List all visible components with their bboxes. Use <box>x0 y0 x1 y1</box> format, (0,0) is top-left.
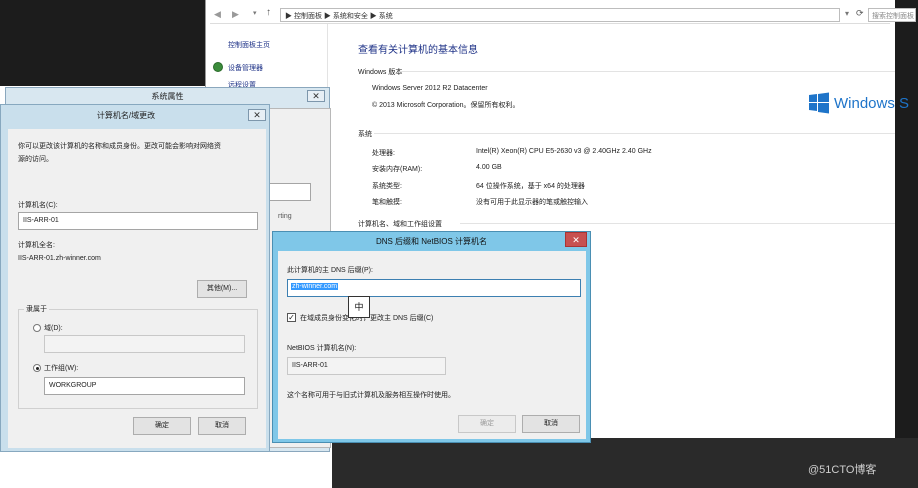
domain-input[interactable] <box>44 335 245 353</box>
workgroup-radio-label: 工作组(W): <box>44 365 79 372</box>
netbios-label: NetBIOS 计算机名(N): <box>287 345 357 352</box>
up-arrow-icon[interactable]: ↑ <box>266 7 271 18</box>
windows-logo-text: Windows S <box>834 94 910 112</box>
computer-name-label: 计算机名(C): <box>18 202 58 209</box>
spec-label: 笔和触摸: <box>372 199 402 206</box>
ok-button[interactable]: 确定 <box>133 417 191 435</box>
partial-text: rting <box>278 213 292 220</box>
shield-icon <box>213 62 223 72</box>
dialog-title: 系统属性 <box>151 92 184 101</box>
dns-suffix-input[interactable]: zh-winner.com <box>287 279 581 297</box>
edition-name: Windows Server 2012 R2 Datacenter <box>372 85 488 92</box>
other-button[interactable]: 其他(M)... <box>197 280 247 298</box>
computer-name-dialog: 计算机名/域更改 ✕ 你可以更改该计算机的名称和成员身份。更改可能会影响对网络资… <box>0 104 270 452</box>
sidebar-item-device-manager[interactable]: 设备管理器 <box>228 63 263 73</box>
search-placeholder: 搜索控制面板 <box>872 13 914 20</box>
dialog-body: 此计算机的主 DNS 后缀(P): zh-winner.com ✓ 在域成员身份… <box>278 251 586 439</box>
spec-value: 64 位操作系统，基于 x64 的处理器 <box>476 183 585 190</box>
windows-flag-icon <box>809 92 829 114</box>
member-of-label: 隶属于 <box>24 304 49 314</box>
domain-section-heading: 计算机名、域和工作组设置 <box>358 221 442 228</box>
computer-name-input[interactable]: IIS-ARR-01 <box>18 212 258 230</box>
close-button[interactable]: ✕ <box>565 232 587 247</box>
divider <box>460 223 895 224</box>
refresh-icon[interactable]: ⟳ <box>856 8 864 19</box>
dns-suffix-dialog: DNS 后缀和 NetBIOS 计算机名 ✕ 此计算机的主 DNS 后缀(P):… <box>272 231 591 443</box>
description-text: 你可以更改该计算机的名称和成员身份。更改可能会影响对网络资 <box>18 143 221 150</box>
full-name-label: 计算机全名: <box>18 242 55 249</box>
ime-indicator[interactable]: 中 <box>348 296 370 318</box>
edition-section-heading: Windows 版本 <box>358 69 403 76</box>
address-path: ▶ 控制面板 ▶ 系统和安全 ▶ 系统 <box>285 13 393 20</box>
dns-suffix-label: 此计算机的主 DNS 后缀(P): <box>287 267 373 274</box>
desktop-background-right <box>895 0 918 438</box>
netbios-input[interactable]: IIS-ARR-01 <box>287 357 446 375</box>
change-suffix-checkbox[interactable]: ✓ <box>287 313 296 322</box>
back-arrow-icon[interactable]: ◀ <box>214 9 221 20</box>
domain-radio-label: 域(D): <box>44 325 63 332</box>
control-panel-home-link[interactable]: 控制面板主页 <box>228 40 270 50</box>
domain-radio[interactable] <box>33 324 41 332</box>
copyright-text: © 2013 Microsoft Corporation。保留所有权利。 <box>372 102 520 109</box>
close-button[interactable]: ✕ <box>248 109 266 121</box>
spec-label: 处理器: <box>372 150 395 157</box>
spec-label: 系统类型: <box>372 183 402 190</box>
recent-dropdown-icon[interactable]: ▾ <box>253 9 257 17</box>
forward-arrow-icon[interactable]: ▶ <box>232 9 239 20</box>
windows-logo: Windows S <box>808 92 909 114</box>
spec-value: Intel(R) Xeon(R) CPU E5-2630 v3 @ 2.40GH… <box>476 148 652 155</box>
cancel-button[interactable]: 取消 <box>522 415 580 433</box>
workgroup-input[interactable]: WORKGROUP <box>44 377 245 395</box>
system-section-heading: 系统 <box>358 131 372 138</box>
full-name-value: IIS-ARR-01.zh-winner.com <box>18 255 101 262</box>
divider <box>400 71 895 72</box>
divider <box>374 133 895 134</box>
interop-note: 这个名称可用于与旧式计算机及服务相互操作时使用。 <box>287 392 455 399</box>
cancel-button[interactable]: 取消 <box>198 417 246 435</box>
description-text: 源的访问。 <box>18 156 53 163</box>
address-dropdown-icon[interactable]: ▾ <box>845 9 849 18</box>
page-title: 查看有关计算机的基本信息 <box>358 45 478 56</box>
spec-value: 4.00 GB <box>476 164 502 171</box>
spec-label: 安装内存(RAM): <box>372 166 423 173</box>
workgroup-radio[interactable] <box>33 364 41 372</box>
close-button[interactable]: ✕ <box>307 90 325 102</box>
address-bar[interactable]: ▶ 控制面板 ▶ 系统和安全 ▶ 系统 <box>280 8 840 22</box>
ok-button[interactable]: 确定 <box>458 415 516 433</box>
dns-suffix-selected-text: zh-winner.com <box>291 283 339 290</box>
watermark: @51CTO博客 <box>808 464 877 476</box>
desktop-background <box>0 0 205 86</box>
dialog-body: 你可以更改该计算机的名称和成员身份。更改可能会影响对网络资 源的访问。 计算机名… <box>8 129 266 448</box>
dialog-title: 计算机名/域更改 <box>96 111 156 120</box>
search-input[interactable]: 搜索控制面板 <box>868 8 916 22</box>
dialog-title: DNS 后缀和 NetBIOS 计算机名 <box>375 237 488 246</box>
spec-value: 没有可用于此显示器的笔或触控输入 <box>476 199 588 206</box>
